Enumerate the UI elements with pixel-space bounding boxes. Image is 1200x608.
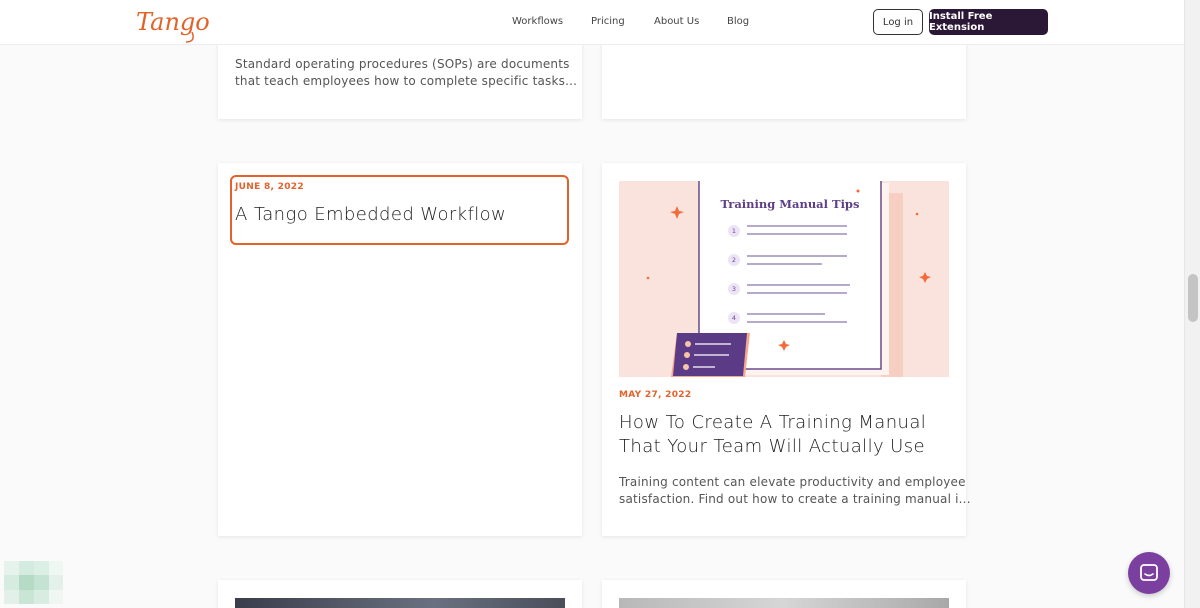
post-thumbnail[interactable]: Training Manual Tips 1 2 3 4 — [619, 181, 949, 377]
nav-workflows[interactable]: Workflows — [512, 16, 563, 27]
top-nav-bar: Tango Workflows Pricing About Us Blog Lo… — [0, 0, 1184, 45]
post-date: JUNE 8, 2022 — [235, 182, 304, 192]
image-title: Training Manual Tips — [721, 197, 860, 211]
chat-launcher-button[interactable] — [1128, 552, 1170, 594]
card-description-line: Standard operating procedures (SOPs) are… — [235, 57, 570, 71]
post-thumbnail[interactable] — [235, 598, 565, 608]
page-scrollbar[interactable] — [1184, 0, 1200, 608]
install-extension-button[interactable]: Install Free Extension — [929, 9, 1048, 35]
chat-bubble-icon — [1140, 564, 1158, 581]
step-number: 2 — [732, 256, 736, 264]
post-title-line[interactable]: How To Create A Training Manual — [619, 411, 926, 435]
post-title-line[interactable]: That Your Team Will Actually Use — [619, 435, 925, 459]
page: Tango Workflows Pricing About Us Blog Lo… — [0, 0, 1200, 608]
nav-blog[interactable]: Blog — [727, 16, 749, 27]
post-title[interactable]: A Tango Embedded Workflow — [235, 203, 506, 227]
card-description-line: Training content can elevate productivit… — [619, 475, 966, 489]
nav-about-us[interactable]: About Us — [654, 16, 699, 27]
post-date: MAY 27, 2022 — [619, 390, 692, 400]
login-button[interactable]: Log in — [873, 9, 923, 35]
step-number: 4 — [732, 314, 736, 322]
nav-pricing[interactable]: Pricing — [591, 16, 625, 27]
pixelated-widget — [4, 561, 63, 604]
post-thumbnail[interactable] — [619, 598, 949, 608]
card-description-line: that teach employees how to complete spe… — [235, 74, 578, 88]
card-description-line: satisfaction. Find out how to create a t… — [619, 492, 971, 506]
step-number: 1 — [732, 227, 736, 235]
step-number: 3 — [732, 285, 736, 293]
scrollbar-thumb[interactable] — [1188, 274, 1198, 322]
